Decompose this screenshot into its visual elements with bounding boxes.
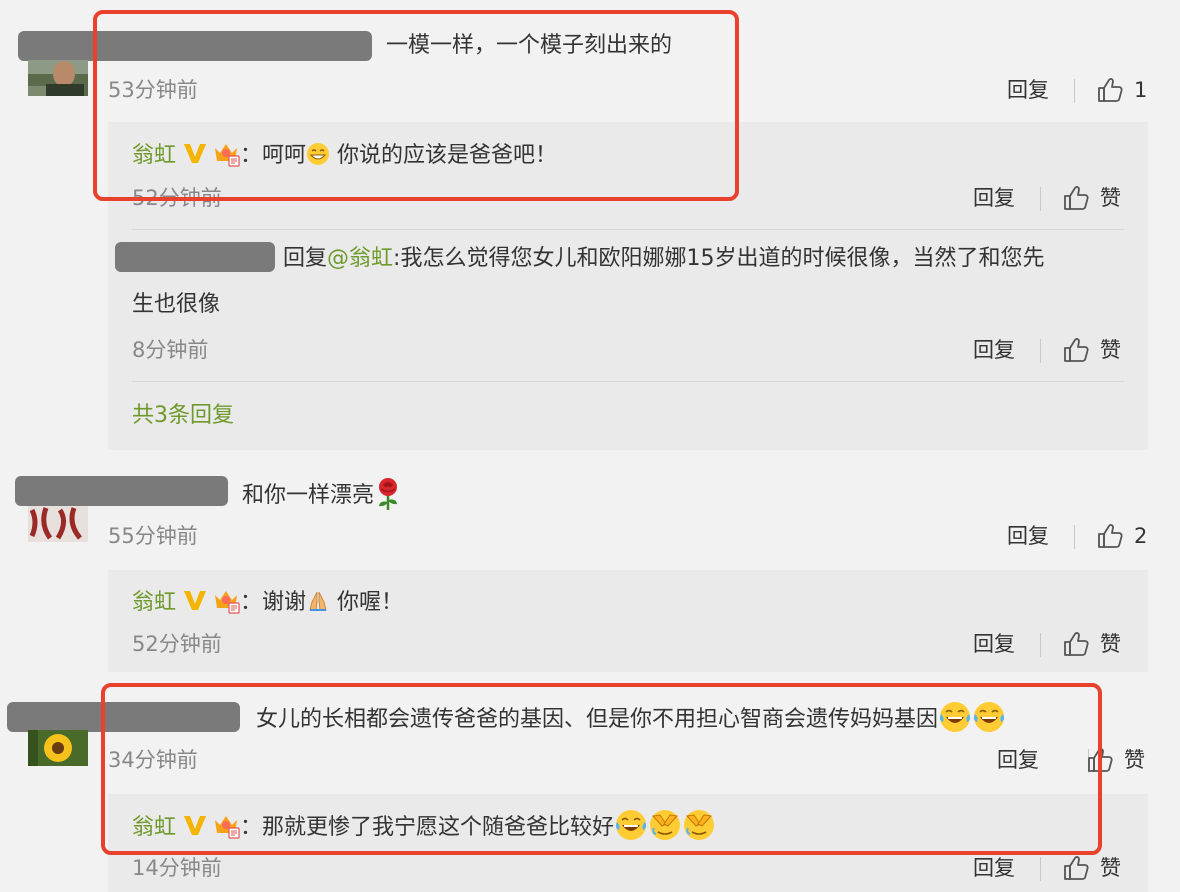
rose-emoji-icon (374, 476, 402, 512)
comment-text-content: 和你一样漂亮 (242, 483, 375, 508)
highlight-box (101, 683, 1102, 855)
commenter-avatar[interactable] (28, 730, 88, 766)
reply-button[interactable]: 回复 (1007, 76, 1049, 104)
reply-time: 14分钟前 (132, 856, 222, 880)
reply-text-suffix: 你喔！ (330, 590, 404, 615)
like-count: 1 (1134, 78, 1148, 102)
like-button[interactable]: 赞 (1100, 184, 1121, 212)
reply-text-line1: 回复@翁虹:我怎么觉得您女儿和欧阳娜娜15岁出道的时候很像，当然了和您先 (283, 244, 1044, 274)
reply-time: 8分钟前 (132, 338, 209, 362)
thumbs-up-icon[interactable] (1062, 336, 1090, 364)
thumbs-up-icon[interactable] (1096, 76, 1124, 104)
action-divider (1074, 79, 1075, 103)
reply-button[interactable]: 回复 (973, 854, 1015, 882)
like-button[interactable]: 赞 (1100, 630, 1121, 658)
commenter-name-redacted[interactable] (15, 476, 228, 506)
like-button[interactable]: 赞 (1100, 336, 1121, 364)
thumbs-up-icon[interactable] (1062, 854, 1090, 882)
verified-v-icon (182, 587, 208, 613)
commenter-avatar[interactable] (28, 506, 88, 542)
reply-prefix: 回复 (283, 246, 328, 271)
like-count: 2 (1134, 524, 1148, 548)
like-button[interactable]: 赞 (1124, 746, 1145, 774)
action-divider (1040, 857, 1041, 881)
reply-item: 翁虹 ：谢谢 你喔！ (132, 586, 403, 618)
comment-text: 和你一样漂亮 (242, 476, 402, 512)
comment-time: 55分钟前 (108, 524, 198, 548)
reply-button[interactable]: 回复 (973, 336, 1015, 364)
more-replies-link[interactable]: 共3条回复 (132, 401, 234, 431)
thumbs-up-icon[interactable] (1096, 522, 1124, 550)
replier-name-redacted[interactable] (115, 242, 275, 272)
mention-link[interactable]: @翁虹 (327, 246, 393, 271)
crown-member-icon (212, 586, 240, 614)
reply-button[interactable]: 回复 (973, 630, 1015, 658)
reply-time: 52分钟前 (132, 632, 222, 656)
thumbs-up-icon[interactable] (1062, 630, 1090, 658)
action-divider (1040, 339, 1041, 363)
like-button[interactable]: 赞 (1100, 854, 1121, 882)
action-divider (1040, 187, 1041, 211)
reply-text: :我怎么觉得您女儿和欧阳娜娜15岁出道的时候很像，当然了和您先 (393, 246, 1045, 271)
reply-divider (132, 381, 1124, 382)
pray-emoji-icon (306, 589, 330, 613)
thumbs-up-icon[interactable] (1062, 184, 1090, 212)
commenter-avatar[interactable] (28, 60, 88, 96)
reply-button[interactable]: 回复 (1007, 522, 1049, 550)
reply-text: 谢谢 (262, 590, 307, 615)
action-divider (1074, 525, 1075, 549)
reply-button[interactable]: 回复 (973, 184, 1015, 212)
reply-author[interactable]: 翁虹 (132, 590, 176, 615)
reply-colon: ： (240, 590, 263, 615)
reply-text-line2: 生也很像 (132, 292, 221, 317)
highlight-box (93, 10, 739, 201)
action-divider (1040, 633, 1041, 657)
reply-divider (132, 229, 1124, 230)
